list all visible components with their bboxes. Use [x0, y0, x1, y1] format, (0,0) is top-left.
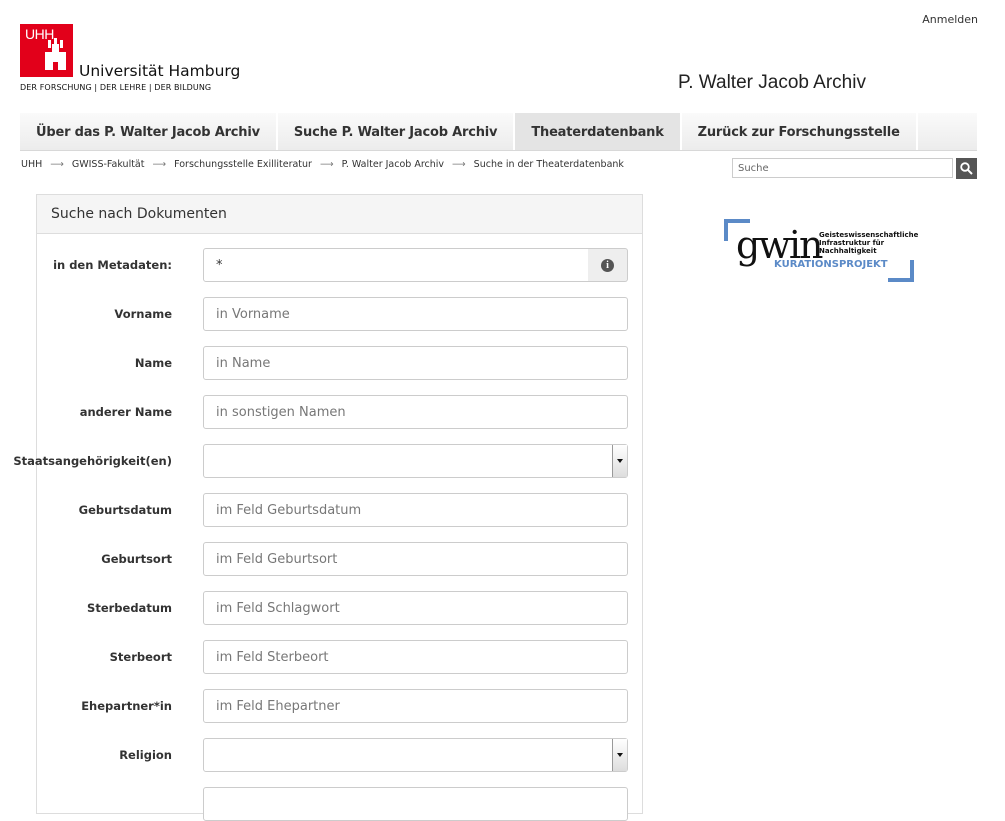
- nav-item-search-archive[interactable]: Suche P. Walter Jacob Archiv: [278, 113, 516, 150]
- gwin-subtitle: KURATIONSPROJEKT: [774, 259, 888, 270]
- main-navigation: Über das P. Walter Jacob Archiv Suche P.…: [20, 113, 977, 151]
- form-row-name: Name: [37, 346, 642, 380]
- search-form-panel: Suche nach Dokumenten in den Metadaten: …: [13, 194, 643, 821]
- next-field-input[interactable]: [203, 787, 628, 821]
- info-button[interactable]: i: [588, 248, 628, 282]
- form-row-sterbedatum: Sterbedatum: [37, 591, 642, 625]
- form-row-metadata: in den Metadaten: i: [37, 248, 642, 282]
- form-row-sterbeort: Sterbeort: [37, 640, 642, 674]
- field-label: Ehepartner*in: [81, 699, 172, 713]
- nav-item-about[interactable]: Über das P. Walter Jacob Archiv: [20, 113, 278, 150]
- form-row-ehepartner: Ehepartner*in: [37, 689, 642, 723]
- form-row-vorname: Vorname: [37, 297, 642, 331]
- geburtsdatum-input[interactable]: [203, 493, 628, 527]
- field-label: Name: [134, 356, 172, 370]
- gwin-description-line: Infrastruktur für: [819, 239, 885, 247]
- gwin-logo[interactable]: gwin Geisteswissenschaftliche Infrastruk…: [724, 219, 918, 282]
- uhh-logo-mark: UHH: [20, 24, 73, 77]
- bracket-decoration: [888, 260, 914, 282]
- breadcrumb-uhh[interactable]: UHH: [21, 159, 42, 170]
- info-icon: i: [601, 259, 614, 272]
- gwin-description-line: Nachhaltigkeit: [819, 247, 877, 255]
- field-label: anderer Name: [79, 405, 172, 419]
- gwin-description-line: Geisteswissenschaftliche: [819, 231, 919, 239]
- university-logo[interactable]: UHH Universität Hamburg DER FORSCHUNG | …: [20, 24, 240, 99]
- form-row-geburtsdatum: Geburtsdatum: [37, 493, 642, 527]
- vorname-input[interactable]: [203, 297, 628, 331]
- form-row-staatsangehoerigkeit: Staatsangehörigkeit(en): [13, 444, 642, 478]
- breadcrumb-archiv[interactable]: P. Walter Jacob Archiv: [342, 159, 444, 170]
- chevron-down-icon[interactable]: [612, 739, 627, 771]
- field-label: Geburtsort: [101, 552, 172, 566]
- breadcrumb-separator: ⟶: [452, 159, 466, 170]
- geburtsort-input[interactable]: [203, 542, 628, 576]
- name-input[interactable]: [203, 346, 628, 380]
- breadcrumb-current: Suche in der Theaterdatenbank: [473, 159, 624, 170]
- university-name: Universität Hamburg: [79, 62, 241, 80]
- form-row-next: [37, 787, 642, 821]
- field-label: Sterbedatum: [87, 601, 172, 615]
- staatsangehoerigkeit-select[interactable]: [203, 444, 628, 478]
- panel-title: Suche nach Dokumenten: [37, 195, 642, 234]
- field-label: Vorname: [114, 307, 172, 321]
- castle-icon: [45, 38, 66, 70]
- chevron-down-icon[interactable]: [612, 445, 627, 477]
- form-row-religion: Religion: [37, 738, 642, 772]
- breadcrumb-separator: ⟶: [50, 159, 64, 170]
- field-label: Sterbeort: [109, 650, 172, 664]
- site-title: P. Walter Jacob Archiv: [678, 72, 866, 93]
- nav-item-theaterdatenbank[interactable]: Theaterdatenbank: [515, 113, 682, 150]
- breadcrumb-gwiss[interactable]: GWISS-Fakultät: [72, 159, 145, 170]
- search-icon: [960, 162, 973, 175]
- breadcrumb-separator: ⟶: [152, 159, 167, 170]
- breadcrumb: UHH ⟶ GWISS-Fakultät ⟶ Forschungsstelle Exil…: [21, 159, 624, 170]
- gwin-description: Geisteswissenschaftliche Infrastruktur f…: [819, 231, 918, 255]
- search-button[interactable]: [956, 158, 977, 179]
- field-label: in den Metadaten:: [53, 258, 172, 272]
- form-row-anderer-name: anderer Name: [37, 395, 642, 429]
- field-label: Geburtsdatum: [78, 503, 172, 517]
- metadata-input[interactable]: [203, 248, 589, 282]
- site-search-input[interactable]: [732, 158, 953, 178]
- breadcrumb-forschungsstelle[interactable]: Forschungsstelle Exilliteratur: [174, 159, 312, 170]
- field-label: Staatsangehörigkeit(en): [13, 454, 172, 468]
- field-label: Religion: [119, 748, 172, 762]
- login-link[interactable]: Anmelden: [922, 13, 978, 26]
- religion-select[interactable]: [203, 738, 628, 772]
- form-row-geburtsort: Geburtsort: [37, 542, 642, 576]
- sterbeort-input[interactable]: [203, 640, 628, 674]
- university-tagline: DER FORSCHUNG | DER LEHRE | DER BILDUNG: [20, 83, 212, 92]
- sterbedatum-input[interactable]: [203, 591, 628, 625]
- ehepartner-input[interactable]: [203, 689, 628, 723]
- anderer-name-input[interactable]: [203, 395, 628, 429]
- nav-item-back[interactable]: Zurück zur Forschungsstelle: [682, 113, 918, 150]
- breadcrumb-separator: ⟶: [319, 159, 334, 170]
